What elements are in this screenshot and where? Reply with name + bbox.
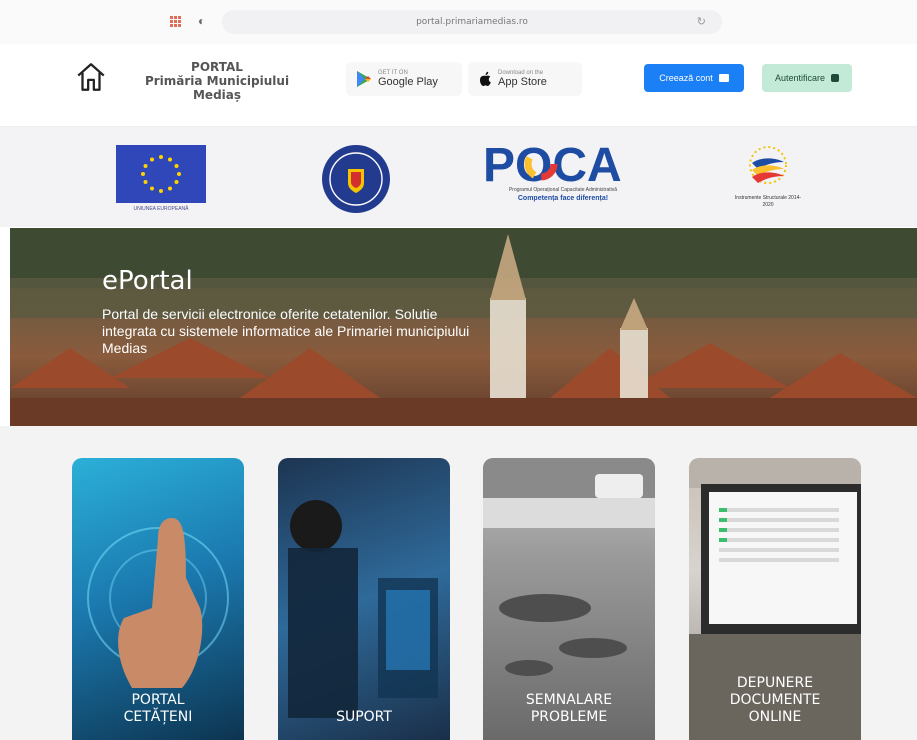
home-icon[interactable]: [74, 60, 108, 94]
brand-line3: Mediaș: [192, 88, 242, 102]
google-play-big: Google Play: [378, 76, 438, 88]
apps-grid-icon[interactable]: [170, 16, 182, 28]
poca-logo: POCA Programul Operațional Capacitate Ad…: [483, 137, 643, 207]
card-suport-label: SUPORT: [336, 709, 392, 725]
brand-title[interactable]: PORTAL Primăria Municipiului Mediaș: [138, 60, 296, 102]
structural-instruments-caption: Instrumente Structurale 2014-2020: [734, 195, 802, 208]
google-play-icon: [357, 71, 371, 87]
support-operator-image: [288, 500, 438, 718]
card-suport[interactable]: SUPORT: [278, 458, 450, 740]
romanian-government-seal: [322, 145, 390, 213]
url-bar[interactable]: portal.primariamedias.ro ↻: [222, 10, 722, 34]
card-portal-cetateni-line1: PORTAL: [131, 692, 185, 708]
lock-icon: [831, 74, 840, 82]
card-semnalare-line1: SEMNALARE: [525, 692, 613, 708]
login-button[interactable]: Autentificare: [762, 64, 852, 92]
card-depunere-line2: DOCUMENTE: [729, 692, 821, 708]
hero-title: ePortal: [102, 266, 193, 296]
card-semnalare-line2: PROBLEME: [530, 709, 608, 725]
reload-icon[interactable]: ↻: [697, 15, 706, 28]
card-depunere-line1: DEPUNERE: [736, 675, 814, 691]
hero-description: Portal de servicii electronice oferite c…: [102, 306, 470, 356]
eu-flag-logo: [116, 145, 206, 203]
card-depunere-line3: ONLINE: [748, 709, 802, 725]
card-semnalare-probleme-label: SEMNALARE PROBLEME: [483, 692, 655, 726]
login-label: Autentificare: [774, 73, 826, 83]
eu-caption: UNIUNEA EUROPEANĂ: [133, 206, 189, 212]
structural-instruments-logo: Instrumente Structurale 2014-2020: [730, 139, 806, 219]
hero-banner: ePortal Portal de servicii electronice o…: [10, 228, 917, 426]
brand-line2: Primăria Municipiului: [144, 74, 290, 88]
google-play-badge[interactable]: GET IT ON Google Play: [346, 62, 462, 96]
url-text: portal.primariamedias.ro: [416, 17, 528, 27]
services-section: PORTAL CETĂȚENI SUPORT SEMNALARE PROBLEM…: [0, 426, 917, 740]
card-portal-cetateni-label: PORTAL CETĂȚENI: [72, 692, 244, 726]
site-header: PORTAL Primăria Municipiului Mediaș GET …: [0, 44, 917, 127]
card-semnalare-probleme[interactable]: SEMNALARE PROBLEME: [483, 458, 655, 740]
partner-logos: UNIUNEA EUROPEANĂ POCA Programul Operați…: [0, 127, 917, 227]
app-store-badge[interactable]: Download on the App Store: [468, 62, 582, 96]
app-store-big: App Store: [498, 76, 547, 88]
poca-slogan: Competența face diferența!: [517, 195, 609, 202]
brand-line1: PORTAL: [191, 60, 243, 74]
create-account-label: Creează cont: [659, 73, 713, 83]
apple-icon: [480, 71, 491, 86]
card-depunere-documente-online[interactable]: DEPUNERE DOCUMENTE ONLINE: [689, 458, 861, 740]
browser-toolbar: ◐ portal.primariamedias.ro ↻: [0, 0, 917, 44]
create-account-button[interactable]: Creează cont: [644, 64, 744, 92]
id-card-icon: [718, 74, 729, 82]
card-depunere-label: DEPUNERE DOCUMENTE ONLINE: [689, 675, 861, 726]
card-portal-cetateni-line2: CETĂȚENI: [123, 709, 193, 725]
privacy-shield-icon[interactable]: ◐: [198, 14, 210, 28]
card-portal-cetateni[interactable]: PORTAL CETĂȚENI: [72, 458, 244, 740]
poca-subtitle: Programul Operațional Capacitate Adminis…: [508, 187, 618, 193]
poca-title: POCA: [483, 139, 622, 187]
